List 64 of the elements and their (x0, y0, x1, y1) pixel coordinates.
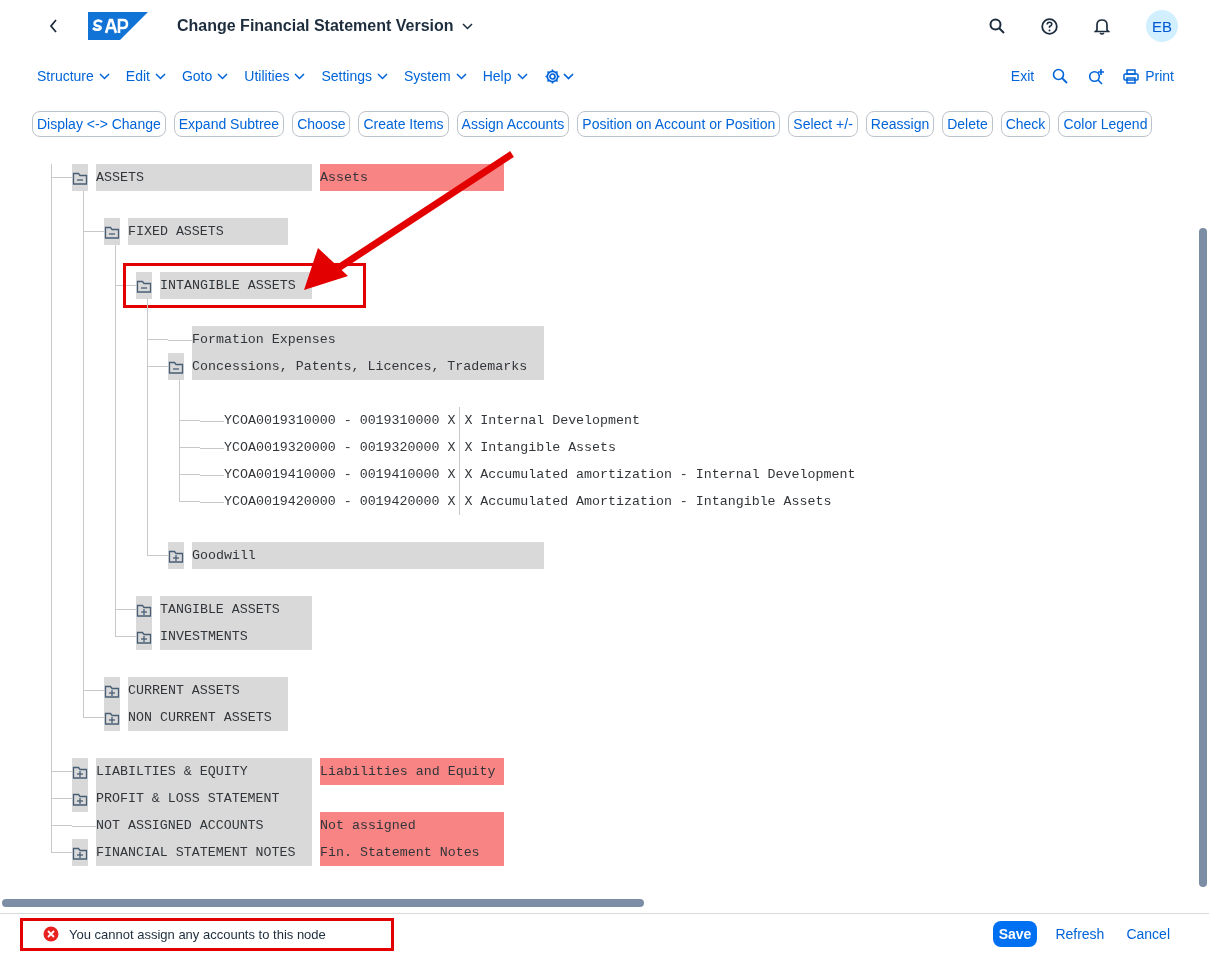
search-plus-icon[interactable] (1088, 67, 1106, 85)
tree-node-label[interactable]: NOT ASSIGNED ACCOUNTS (96, 812, 312, 839)
tree-node-label[interactable]: PROFIT & LOSS STATEMENT (96, 785, 312, 812)
account-number[interactable]: YCOA0019320000 - 0019320000 X (224, 434, 456, 461)
tree-node-label[interactable]: INTANGIBLE ASSETS (160, 272, 312, 299)
node-description: Assets (320, 164, 504, 191)
error-icon (43, 926, 59, 942)
account-name[interactable]: X Accumulated amortization - Internal Development (464, 461, 856, 488)
exit-link[interactable]: Exit (1010, 68, 1035, 84)
user-avatar[interactable]: EB (1146, 10, 1178, 42)
error-message: You cannot assign any accounts to this node (69, 926, 326, 942)
vertical-scrollbar[interactable] (1199, 228, 1207, 887)
account-name[interactable]: X Accumulated Amortization - Intangible Assets (464, 488, 832, 515)
app-title[interactable]: Change Financial Statement Version (177, 17, 454, 35)
help-icon[interactable] (1041, 17, 1058, 35)
toolbar-button[interactable]: Reassign (865, 111, 935, 137)
account-name[interactable]: X Internal Development (464, 407, 640, 434)
link-button[interactable]: Cancel (1122, 921, 1174, 947)
tree-node-label[interactable]: Goodwill (192, 542, 544, 569)
tree-node-label[interactable]: CURRENT ASSETS (128, 677, 288, 704)
toolbar-button[interactable]: Position on Account or Position (577, 111, 781, 137)
settings-menu-icon[interactable] (543, 67, 576, 85)
toolbar-button[interactable]: Expand Subtree (173, 111, 285, 137)
menu-item[interactable]: Goto (181, 68, 229, 84)
tree-node-label[interactable]: ASSETS (96, 164, 312, 191)
node-description: Fin. Statement Notes (320, 839, 504, 866)
toolbar-button[interactable]: Color Legend (1058, 111, 1153, 137)
menu-item[interactable]: System (404, 68, 467, 84)
tree-node-label[interactable]: FIXED ASSETS (128, 218, 288, 245)
primary-button[interactable]: Save (992, 921, 1038, 947)
tree-node-label[interactable]: Formation Expenses (192, 326, 544, 353)
tree-node-label[interactable]: TANGIBLE ASSETS (160, 596, 312, 623)
toolbar-button[interactable]: Create Items (358, 111, 449, 137)
sap-logo (88, 12, 148, 40)
toolbar-button[interactable]: Assign Accounts (456, 111, 570, 137)
tree-node-label[interactable]: NON CURRENT ASSETS (128, 704, 288, 731)
menu-item[interactable]: Settings (321, 68, 388, 84)
bell-icon[interactable] (1094, 17, 1110, 35)
toolbar-button[interactable]: Display <-> Change (32, 111, 166, 137)
horizontal-scrollbar[interactable] (2, 899, 644, 907)
account-number[interactable]: YCOA0019420000 - 0019420000 X (224, 488, 456, 515)
link-button[interactable]: Refresh (1051, 921, 1109, 947)
account-number[interactable]: YCOA0019410000 - 0019410000 X (224, 461, 456, 488)
menu-item[interactable]: Help (482, 68, 528, 84)
toolbar-button[interactable]: Choose (292, 111, 351, 137)
toolbar-button[interactable]: Delete (942, 111, 993, 137)
tree-node-label[interactable]: INVESTMENTS (160, 623, 312, 650)
chevron-down-icon[interactable] (461, 22, 473, 30)
tree-node-label[interactable]: LIABILTIES & EQUITY (96, 758, 312, 785)
account-name[interactable]: X Intangible Assets (464, 434, 616, 461)
toolbar-button[interactable]: Select +/- (788, 111, 858, 137)
tree-node-label[interactable]: Concessions, Patents, Licences, Trademarks (192, 353, 544, 380)
print-button[interactable]: Print (1123, 68, 1174, 84)
toolbar-button[interactable]: Check (1000, 111, 1051, 137)
node-description: Liabilities and Equity (320, 758, 504, 785)
search-icon[interactable] (989, 18, 1005, 34)
menu-item[interactable]: Edit (125, 68, 166, 84)
tree-node-label[interactable]: FINANCIAL STATEMENT NOTES (96, 839, 312, 866)
account-number[interactable]: YCOA0019310000 - 0019310000 X (224, 407, 456, 434)
printer-icon[interactable] (1123, 68, 1140, 84)
menu-item[interactable]: Structure (37, 68, 110, 84)
node-description: Not assigned (320, 812, 504, 839)
menu-item[interactable]: Utilities (244, 68, 306, 84)
back-icon[interactable] (49, 19, 59, 33)
